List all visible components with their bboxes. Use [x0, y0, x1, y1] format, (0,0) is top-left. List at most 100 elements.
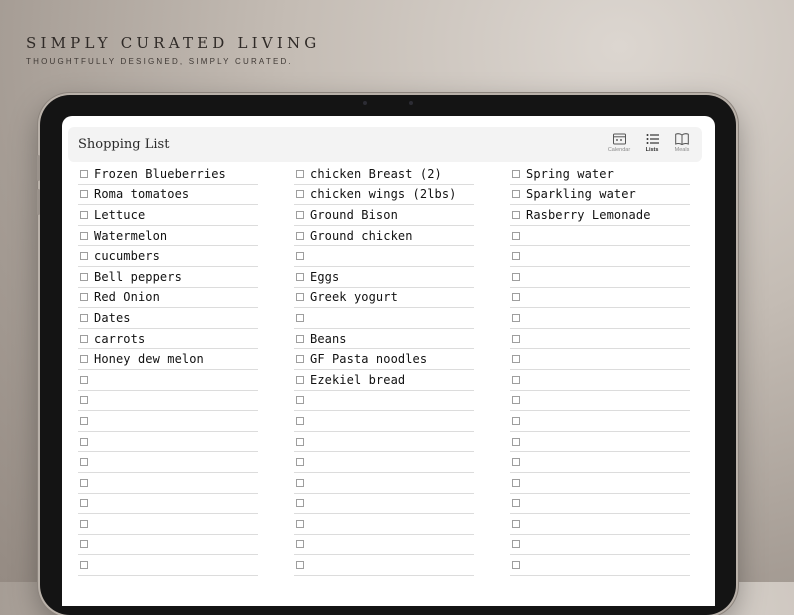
list-item[interactable]: Lettuce — [78, 205, 258, 226]
list-item[interactable]: cucumbers — [78, 246, 258, 267]
list-item[interactable]: Greek yogurt — [294, 288, 474, 309]
list-item[interactable] — [78, 535, 258, 556]
checkbox[interactable] — [512, 231, 520, 240]
list-item-text[interactable]: cucumbers — [94, 249, 160, 263]
list-item[interactable] — [510, 514, 690, 535]
checkbox[interactable] — [80, 478, 88, 487]
checkbox[interactable] — [512, 190, 520, 199]
checkbox[interactable] — [296, 499, 304, 508]
list-item[interactable]: Spring water — [510, 164, 690, 185]
checkbox[interactable] — [512, 499, 520, 508]
list-item-text[interactable]: Greek yogurt — [310, 290, 398, 304]
list-item-text[interactable]: Ground Bison — [310, 208, 398, 222]
list-item-text[interactable]: Honey dew melon — [94, 352, 204, 366]
list-item-text[interactable]: carrots — [94, 332, 145, 346]
checkbox[interactable] — [512, 478, 520, 487]
list-item[interactable] — [78, 370, 258, 391]
list-item-text[interactable]: GF Pasta noodles — [310, 352, 427, 366]
checkbox[interactable] — [512, 375, 520, 384]
checkbox[interactable] — [296, 334, 304, 343]
list-item[interactable] — [294, 514, 474, 535]
checkbox[interactable] — [80, 561, 88, 570]
list-item-text[interactable]: Beans — [310, 332, 347, 346]
list-item[interactable] — [510, 391, 690, 412]
list-item[interactable]: chicken Breast (2) — [294, 164, 474, 185]
list-item-text[interactable]: Spring water — [526, 167, 614, 181]
checkbox[interactable] — [80, 375, 88, 384]
checkbox[interactable] — [296, 293, 304, 302]
checkbox[interactable] — [512, 252, 520, 261]
list-item[interactable]: Sparkling water — [510, 185, 690, 206]
checkbox[interactable] — [80, 437, 88, 446]
list-item[interactable] — [78, 452, 258, 473]
list-item[interactable] — [294, 246, 474, 267]
checkbox[interactable] — [296, 169, 304, 178]
checkbox[interactable] — [296, 478, 304, 487]
checkbox[interactable] — [296, 313, 304, 322]
checkbox[interactable] — [512, 355, 520, 364]
checkbox[interactable] — [80, 169, 88, 178]
checkbox[interactable] — [80, 252, 88, 261]
checkbox[interactable] — [512, 293, 520, 302]
checkbox[interactable] — [80, 313, 88, 322]
checkbox[interactable] — [80, 499, 88, 508]
list-item-text[interactable]: Ezekiel bread — [310, 373, 405, 387]
checkbox[interactable] — [512, 437, 520, 446]
checkbox[interactable] — [512, 519, 520, 528]
list-item[interactable] — [294, 308, 474, 329]
checkbox[interactable] — [80, 334, 88, 343]
list-item[interactable]: carrots — [78, 329, 258, 350]
checkbox[interactable] — [296, 210, 304, 219]
list-item-text[interactable]: chicken wings (2lbs) — [310, 187, 457, 201]
list-item[interactable] — [294, 494, 474, 515]
list-item[interactable]: Ground chicken — [294, 226, 474, 247]
list-item[interactable] — [294, 555, 474, 576]
checkbox[interactable] — [296, 252, 304, 261]
list-item-text[interactable]: Lettuce — [94, 208, 145, 222]
checkbox[interactable] — [296, 231, 304, 240]
checkbox[interactable] — [80, 210, 88, 219]
list-item[interactable] — [510, 329, 690, 350]
list-item[interactable] — [294, 391, 474, 412]
list-item-text[interactable]: Rasberry Lemonade — [526, 208, 651, 222]
list-item-text[interactable]: Red Onion — [94, 290, 160, 304]
checkbox[interactable] — [512, 334, 520, 343]
list-item[interactable] — [510, 411, 690, 432]
list-item[interactable]: Ezekiel bread — [294, 370, 474, 391]
list-item[interactable]: Eggs — [294, 267, 474, 288]
list-item[interactable] — [78, 555, 258, 576]
list-item[interactable] — [510, 308, 690, 329]
list-item[interactable] — [510, 267, 690, 288]
checkbox[interactable] — [80, 190, 88, 199]
list-item[interactable]: Honey dew melon — [78, 349, 258, 370]
list-item[interactable]: Roma tomatoes — [78, 185, 258, 206]
list-item[interactable]: Ground Bison — [294, 205, 474, 226]
list-item[interactable] — [78, 391, 258, 412]
checkbox[interactable] — [296, 355, 304, 364]
checkbox[interactable] — [296, 519, 304, 528]
list-item[interactable] — [78, 411, 258, 432]
list-item-text[interactable]: Ground chicken — [310, 229, 413, 243]
checkbox[interactable] — [296, 437, 304, 446]
list-item[interactable] — [510, 226, 690, 247]
checkbox[interactable] — [512, 540, 520, 549]
list-item-text[interactable]: Roma tomatoes — [94, 187, 189, 201]
checkbox[interactable] — [512, 561, 520, 570]
list-item[interactable] — [510, 473, 690, 494]
checkbox[interactable] — [512, 458, 520, 467]
list-item[interactable]: Rasberry Lemonade — [510, 205, 690, 226]
list-item[interactable]: Red Onion — [78, 288, 258, 309]
list-item[interactable] — [510, 452, 690, 473]
checkbox[interactable] — [512, 169, 520, 178]
checkbox[interactable] — [296, 190, 304, 199]
list-item[interactable] — [510, 349, 690, 370]
checkbox[interactable] — [80, 293, 88, 302]
list-item[interactable]: GF Pasta noodles — [294, 349, 474, 370]
checkbox[interactable] — [80, 396, 88, 405]
list-item-text[interactable]: Eggs — [310, 270, 339, 284]
checkbox[interactable] — [296, 561, 304, 570]
checkbox[interactable] — [296, 416, 304, 425]
list-item-text[interactable]: Bell peppers — [94, 270, 182, 284]
list-item[interactable] — [510, 288, 690, 309]
list-item[interactable] — [78, 473, 258, 494]
